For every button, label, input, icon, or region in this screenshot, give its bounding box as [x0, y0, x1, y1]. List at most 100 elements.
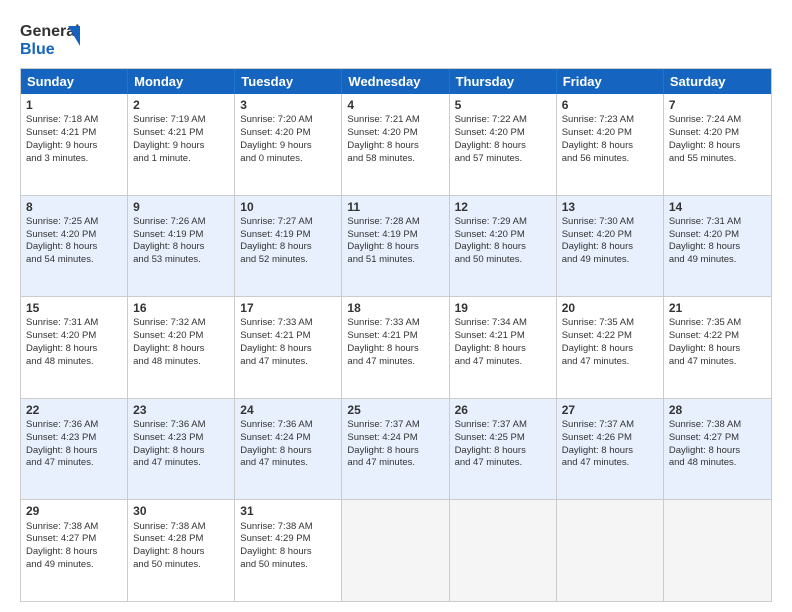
day-info-line: Daylight: 8 hours [26, 241, 97, 252]
day-cell-21: 21Sunrise: 7:35 AMSunset: 4:22 PMDayligh… [664, 297, 771, 398]
day-cell-30: 30Sunrise: 7:38 AMSunset: 4:28 PMDayligh… [128, 500, 235, 601]
empty-cell [664, 500, 771, 601]
day-info-line: Daylight: 8 hours [455, 343, 526, 354]
day-number: 24 [240, 402, 336, 418]
day-info-line: and 53 minutes. [133, 254, 201, 265]
day-info-line: and 55 minutes. [669, 153, 737, 164]
day-info-line: Sunrise: 7:27 AM [240, 216, 312, 227]
day-info-line: Daylight: 8 hours [562, 445, 633, 456]
day-info-line: and 49 minutes. [562, 254, 630, 265]
day-info-line: and 57 minutes. [455, 153, 523, 164]
day-cell-6: 6Sunrise: 7:23 AMSunset: 4:20 PMDaylight… [557, 94, 664, 195]
day-info-line: Sunrise: 7:38 AM [133, 521, 205, 532]
day-info-line: Sunrise: 7:21 AM [347, 114, 419, 125]
day-cell-1: 1Sunrise: 7:18 AMSunset: 4:21 PMDaylight… [21, 94, 128, 195]
logo: General Blue [20, 16, 80, 60]
day-number: 21 [669, 300, 766, 316]
day-info-line: Sunrise: 7:23 AM [562, 114, 634, 125]
day-number: 2 [133, 97, 229, 113]
day-info-line: Daylight: 8 hours [669, 445, 740, 456]
day-number: 6 [562, 97, 658, 113]
svg-text:General: General [20, 23, 80, 40]
day-info-line: Daylight: 9 hours [240, 140, 311, 151]
day-cell-20: 20Sunrise: 7:35 AMSunset: 4:22 PMDayligh… [557, 297, 664, 398]
day-number: 18 [347, 300, 443, 316]
day-info-line: Sunset: 4:29 PM [240, 533, 310, 544]
day-info-line: Sunset: 4:20 PM [562, 127, 632, 138]
day-info-line: Sunset: 4:24 PM [347, 432, 417, 443]
logo-icon: General Blue [20, 16, 80, 60]
day-info-line: Daylight: 8 hours [240, 445, 311, 456]
day-number: 13 [562, 199, 658, 215]
day-info-line: Daylight: 8 hours [455, 445, 526, 456]
calendar-week-1: 1Sunrise: 7:18 AMSunset: 4:21 PMDaylight… [21, 94, 771, 195]
day-cell-28: 28Sunrise: 7:38 AMSunset: 4:27 PMDayligh… [664, 399, 771, 500]
header-day-sunday: Sunday [21, 69, 128, 94]
day-number: 1 [26, 97, 122, 113]
day-cell-25: 25Sunrise: 7:37 AMSunset: 4:24 PMDayligh… [342, 399, 449, 500]
day-number: 25 [347, 402, 443, 418]
day-info-line: and 47 minutes. [240, 356, 308, 367]
day-info-line: Daylight: 8 hours [26, 445, 97, 456]
day-info-line: Daylight: 8 hours [669, 241, 740, 252]
day-info-line: and 47 minutes. [562, 356, 630, 367]
day-info-line: and 50 minutes. [133, 559, 201, 570]
day-info-line: Daylight: 8 hours [669, 140, 740, 151]
day-info-line: Sunrise: 7:26 AM [133, 216, 205, 227]
day-info-line: Sunrise: 7:32 AM [133, 317, 205, 328]
day-info-line: Daylight: 8 hours [240, 343, 311, 354]
day-cell-2: 2Sunrise: 7:19 AMSunset: 4:21 PMDaylight… [128, 94, 235, 195]
day-info-line: Sunset: 4:19 PM [347, 229, 417, 240]
day-cell-15: 15Sunrise: 7:31 AMSunset: 4:20 PMDayligh… [21, 297, 128, 398]
day-number: 7 [669, 97, 766, 113]
day-info-line: Sunset: 4:24 PM [240, 432, 310, 443]
day-info-line: Daylight: 8 hours [133, 241, 204, 252]
header-day-wednesday: Wednesday [342, 69, 449, 94]
day-info-line: Sunrise: 7:38 AM [240, 521, 312, 532]
day-info-line: Sunset: 4:28 PM [133, 533, 203, 544]
day-cell-9: 9Sunrise: 7:26 AMSunset: 4:19 PMDaylight… [128, 196, 235, 297]
day-number: 17 [240, 300, 336, 316]
day-info-line: and 51 minutes. [347, 254, 415, 265]
day-number: 12 [455, 199, 551, 215]
day-info-line: Sunrise: 7:29 AM [455, 216, 527, 227]
day-info-line: Daylight: 8 hours [26, 546, 97, 557]
day-cell-19: 19Sunrise: 7:34 AMSunset: 4:21 PMDayligh… [450, 297, 557, 398]
day-info-line: Sunrise: 7:33 AM [347, 317, 419, 328]
calendar-week-2: 8Sunrise: 7:25 AMSunset: 4:20 PMDaylight… [21, 195, 771, 297]
day-number: 4 [347, 97, 443, 113]
day-cell-31: 31Sunrise: 7:38 AMSunset: 4:29 PMDayligh… [235, 500, 342, 601]
day-info-line: and 49 minutes. [669, 254, 737, 265]
day-info-line: Daylight: 8 hours [347, 343, 418, 354]
calendar-week-3: 15Sunrise: 7:31 AMSunset: 4:20 PMDayligh… [21, 296, 771, 398]
day-info-line: Sunrise: 7:25 AM [26, 216, 98, 227]
day-number: 23 [133, 402, 229, 418]
day-number: 11 [347, 199, 443, 215]
day-number: 8 [26, 199, 122, 215]
day-info-line: Sunset: 4:27 PM [26, 533, 96, 544]
day-info-line: Sunset: 4:23 PM [26, 432, 96, 443]
day-info-line: Sunrise: 7:38 AM [26, 521, 98, 532]
day-info-line: Daylight: 8 hours [240, 546, 311, 557]
day-number: 9 [133, 199, 229, 215]
day-info-line: and 47 minutes. [240, 457, 308, 468]
day-info-line: Daylight: 8 hours [133, 343, 204, 354]
day-info-line: Sunset: 4:20 PM [347, 127, 417, 138]
day-cell-11: 11Sunrise: 7:28 AMSunset: 4:19 PMDayligh… [342, 196, 449, 297]
day-cell-22: 22Sunrise: 7:36 AMSunset: 4:23 PMDayligh… [21, 399, 128, 500]
day-info-line: Daylight: 8 hours [133, 445, 204, 456]
day-info-line: and 56 minutes. [562, 153, 630, 164]
day-info-line: Sunset: 4:21 PM [455, 330, 525, 341]
day-info-line: Sunset: 4:21 PM [26, 127, 96, 138]
page: General Blue SundayMondayTuesdayWednesda… [0, 0, 792, 612]
day-info-line: and 47 minutes. [562, 457, 630, 468]
day-info-line: Daylight: 9 hours [26, 140, 97, 151]
day-info-line: and 52 minutes. [240, 254, 308, 265]
day-cell-16: 16Sunrise: 7:32 AMSunset: 4:20 PMDayligh… [128, 297, 235, 398]
calendar-body: 1Sunrise: 7:18 AMSunset: 4:21 PMDaylight… [21, 94, 771, 601]
day-number: 29 [26, 503, 122, 519]
day-cell-4: 4Sunrise: 7:21 AMSunset: 4:20 PMDaylight… [342, 94, 449, 195]
day-number: 10 [240, 199, 336, 215]
day-info-line: and 0 minutes. [240, 153, 302, 164]
day-cell-3: 3Sunrise: 7:20 AMSunset: 4:20 PMDaylight… [235, 94, 342, 195]
